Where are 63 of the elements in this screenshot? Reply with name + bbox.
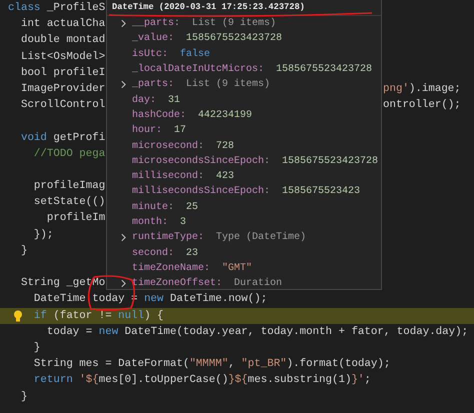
code-line: profileImag <box>34 180 106 192</box>
property-name: hashCode: <box>132 110 186 121</box>
property-value: 1585675523423728 <box>186 33 282 44</box>
code-line: if (fator != null) { <box>34 310 164 322</box>
property-name: _localDateInUtcMicros: <box>132 64 264 76</box>
property-value: 23 <box>186 248 198 259</box>
code-line: double montad <box>20 34 106 46</box>
chevron-right-icon[interactable] <box>121 80 126 90</box>
property-name: millisecondsSinceEpoch: <box>132 186 270 198</box>
property-value: List (9 items) <box>192 18 276 30</box>
code-line: List<OsModel> <box>20 50 106 63</box>
property-name: minute: <box>132 202 174 213</box>
chevron-right-icon[interactable] <box>121 233 126 242</box>
code-line: } <box>20 390 28 402</box>
code-line: profileIm <box>46 212 106 224</box>
code-line: }); <box>34 228 54 241</box>
code-line: } <box>20 244 28 257</box>
property-value: 3 <box>180 217 186 228</box>
code-fragment: ontroller(); <box>383 98 461 114</box>
code-line: setState(() <box>34 196 106 208</box>
property-value: 728 <box>216 140 234 152</box>
code-line: ImageProvider <box>20 82 106 95</box>
property-value: false <box>180 48 210 60</box>
popup-title: DateTime (2020-03-31 17:25:23.423728) <box>112 2 305 12</box>
property-name: microsecondsSinceEpoch: <box>132 156 270 167</box>
chevron-right-icon[interactable] <box>121 19 126 28</box>
property-value: List (9 items) <box>186 79 270 90</box>
property-name: timeZoneName: <box>132 262 210 274</box>
property-name: second: <box>132 248 174 259</box>
property-value: "GMT" <box>222 262 252 274</box>
property-name: day: <box>132 94 156 106</box>
property-value: 1585675523423 <box>282 186 360 198</box>
property-name: isUtc: <box>132 48 168 60</box>
property-name: month: <box>132 217 168 228</box>
code-line: String mes = DateFormat("MMMM", "pt_BR").format(today); <box>34 358 390 370</box>
code-line: today = new DateTime(today.year, today.month + fator, today.day); <box>46 326 468 338</box>
property-value: 1585675523423728 <box>276 64 372 76</box>
code-line: //TODO pega <box>34 148 106 160</box>
code-line: } <box>34 342 40 354</box>
code-line: bool profileI <box>20 66 106 79</box>
code-line: int actualCha <box>20 18 106 30</box>
property-name: __parts: <box>132 18 180 30</box>
property-value: 17 <box>174 125 186 136</box>
property-name: microsecond: <box>132 140 204 152</box>
property-name: runtimeType: <box>132 232 204 244</box>
code-line: class _ProfileS <box>8 2 106 14</box>
property-name: _value: <box>132 33 174 44</box>
code-line: void getProfi <box>20 132 106 144</box>
property-value: 1585675523423728 <box>282 156 378 167</box>
property-value: Type (DateTime) <box>216 232 306 244</box>
chevron-right-icon[interactable] <box>121 279 126 288</box>
property-value: 25 <box>186 202 198 213</box>
code-fragment: png').image; <box>383 82 461 97</box>
property-name: millisecond: <box>132 171 204 182</box>
code-line: ScrollControl <box>20 99 106 112</box>
property-value: 442234199 <box>198 110 252 121</box>
property-value: Duration <box>234 278 282 289</box>
property-value: 423 <box>216 171 234 182</box>
property-value: 31 <box>168 94 180 106</box>
code-line: return '${mes[0].toUpperCase()}${mes.substring(1)}'; <box>34 374 371 386</box>
property-name: hour: <box>132 125 162 136</box>
property-name: _parts: <box>132 79 174 90</box>
lightbulb-icon[interactable] <box>13 310 23 323</box>
